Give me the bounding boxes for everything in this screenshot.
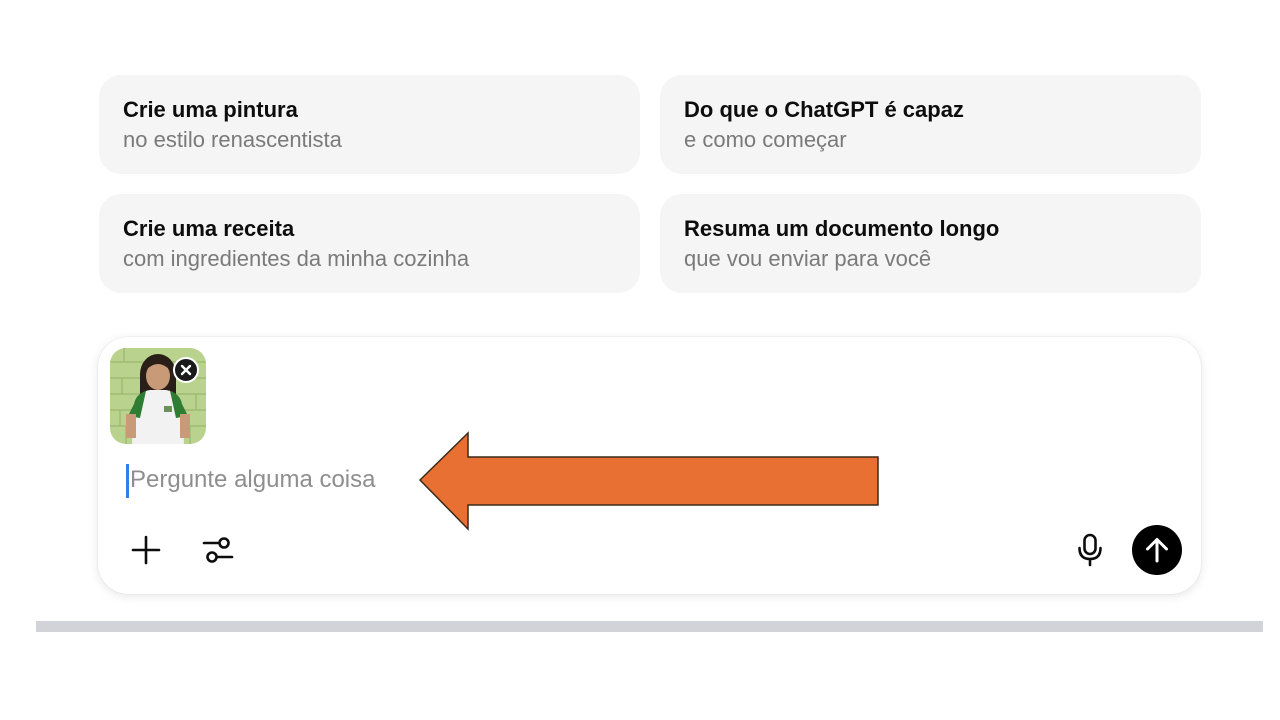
- tools-button[interactable]: [198, 530, 238, 570]
- suggestion-card-capabilities[interactable]: Do que o ChatGPT é capaz e como começar: [660, 75, 1201, 174]
- suggestion-card-painting[interactable]: Crie uma pintura no estilo renascentista: [99, 75, 640, 174]
- plus-icon: [131, 535, 161, 565]
- close-icon: [180, 364, 192, 376]
- divider-bar: [36, 621, 1263, 632]
- arrow-up-icon: [1146, 538, 1168, 563]
- suggestion-subtitle: que vou enviar para você: [684, 246, 932, 271]
- annotation-arrow: [418, 431, 879, 531]
- suggestion-title: Do que o ChatGPT é capaz: [684, 97, 964, 122]
- voice-input-button[interactable]: [1070, 530, 1110, 570]
- suggestion-card-summarize[interactable]: Resuma um documento longo que vou enviar…: [660, 194, 1201, 293]
- suggestion-card-recipe[interactable]: Crie uma receita com ingredientes da min…: [99, 194, 640, 293]
- suggestion-subtitle: com ingredientes da minha cozinha: [123, 246, 470, 271]
- sliders-icon: [202, 537, 234, 563]
- send-button[interactable]: [1132, 525, 1182, 575]
- microphone-icon: [1078, 533, 1102, 567]
- suggestion-subtitle: no estilo renascentista: [123, 127, 342, 152]
- suggestion-title: Crie uma receita: [123, 216, 295, 241]
- text-caret: [126, 464, 129, 498]
- suggestion-subtitle: e como começar: [684, 127, 847, 152]
- suggestion-title: Crie uma pintura: [123, 97, 298, 122]
- add-attachment-button[interactable]: [126, 530, 166, 570]
- remove-attachment-button[interactable]: [173, 357, 199, 383]
- suggestion-title: Resuma um documento longo: [684, 216, 1000, 241]
